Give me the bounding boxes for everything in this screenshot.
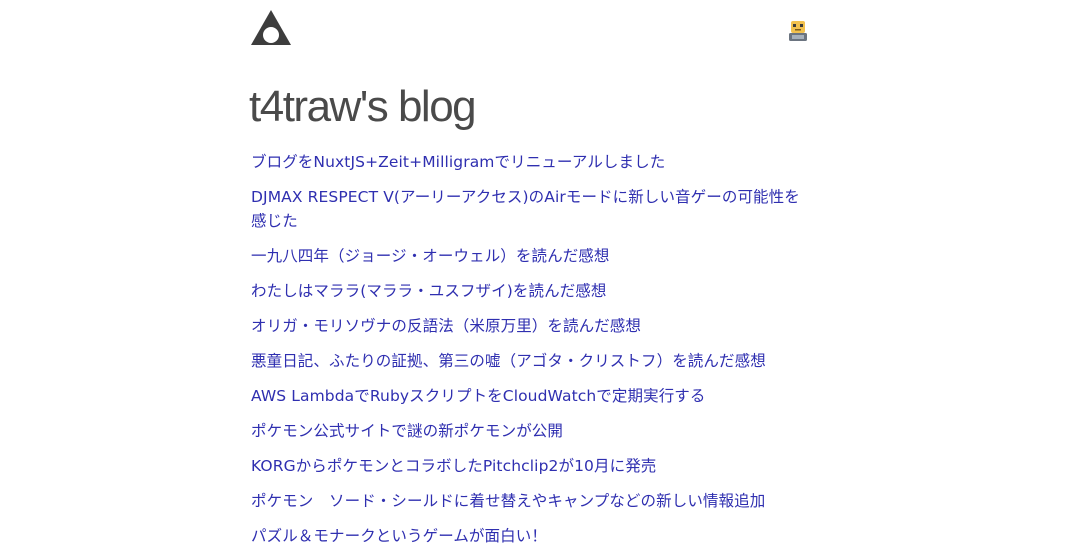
blog-title[interactable]: t4traw's blog [249, 82, 477, 132]
list-item: 一九八四年（ジョージ・オーウェル）を読んだ感想 [251, 244, 811, 268]
list-item: パズル＆モナークというゲームが面白い！ [251, 524, 811, 548]
list-item: わたしはマララ(マララ・ユスフザイ)を読んだ感想 [251, 279, 811, 303]
list-item: DJMAX RESPECT V(アーリーアクセス)のAirモードに新しい音ゲーの… [251, 185, 811, 233]
site-header [251, 0, 811, 60]
post-link[interactable]: AWS LambdaでRubyスクリプトをCloudWatchで定期実行する [251, 387, 706, 405]
page-container: t4traw's blog ブログをNuxtJS+Zeit+Milligramで… [249, 0, 811, 545]
post-link[interactable]: ポケモン ソード・シールドに着せ替えやキャンプなどの新しい情報追加 [251, 492, 765, 510]
post-link[interactable]: オリガ・モリソヴナの反語法（米原万里）を読んだ感想 [251, 317, 641, 335]
robot-avatar-icon[interactable] [788, 20, 808, 42]
list-item: ポケモン ソード・シールドに着せ替えやキャンプなどの新しい情報追加 [251, 489, 811, 513]
post-link[interactable]: ブログをNuxtJS+Zeit+Milligramでリニューアルしました [251, 153, 665, 171]
post-link[interactable]: パズル＆モナークというゲームが面白い！ [251, 527, 547, 545]
list-item: ブログをNuxtJS+Zeit+Milligramでリニューアルしました [251, 150, 811, 174]
post-link[interactable]: DJMAX RESPECT V(アーリーアクセス)のAirモードに新しい音ゲーの… [251, 188, 800, 230]
post-list: ブログをNuxtJS+Zeit+Milligramでリニューアルしました DJM… [251, 150, 811, 559]
list-item: KORGからポケモンとコラボしたPitchclip2が10月に発売 [251, 454, 811, 478]
post-link[interactable]: ポケモン公式サイトで謎の新ポケモンが公開 [251, 422, 563, 440]
list-item: 悪童日記、ふたりの証拠、第三の嘘（アゴタ・クリストフ）を読んだ感想 [251, 349, 811, 373]
list-item: オリガ・モリソヴナの反語法（米原万里）を読んだ感想 [251, 314, 811, 338]
list-item: AWS LambdaでRubyスクリプトをCloudWatchで定期実行する [251, 384, 811, 408]
post-link[interactable]: KORGからポケモンとコラボしたPitchclip2が10月に発売 [251, 457, 656, 475]
post-link[interactable]: 一九八四年（ジョージ・オーウェル）を読んだ感想 [251, 247, 610, 265]
triangle-circle-logo-icon[interactable] [251, 10, 291, 46]
list-item: ポケモン公式サイトで謎の新ポケモンが公開 [251, 419, 811, 443]
post-link[interactable]: 悪童日記、ふたりの証拠、第三の嘘（アゴタ・クリストフ）を読んだ感想 [251, 352, 766, 370]
post-link[interactable]: わたしはマララ(マララ・ユスフザイ)を読んだ感想 [251, 282, 607, 300]
